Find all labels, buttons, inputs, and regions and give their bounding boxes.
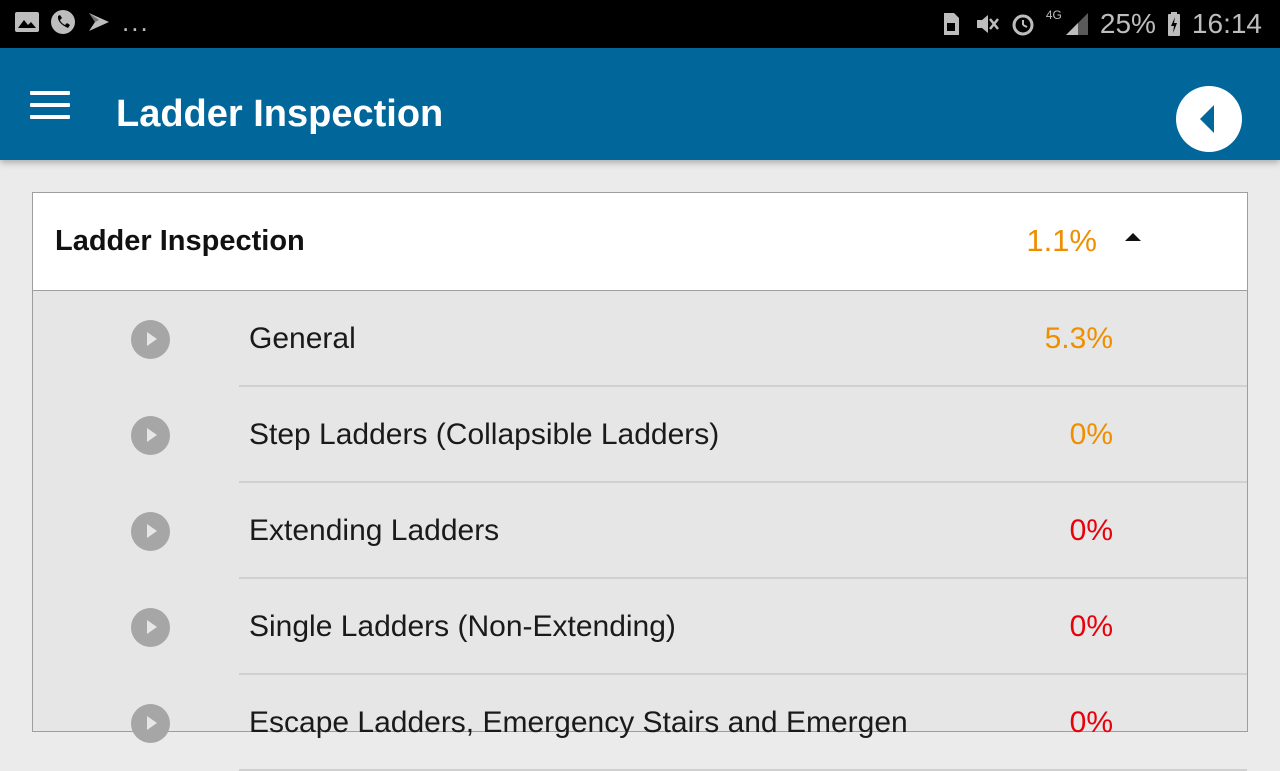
list-item-percent: 0% [1069, 418, 1113, 451]
mute-icon [976, 15, 999, 33]
app-bar: Ladder Inspection [0, 48, 1280, 160]
list-item-label: Escape Ladders, Emergency Stairs and Eme… [249, 706, 908, 739]
section-items-list: General 5.3% Step Ladders (Collapsible Lad… [33, 291, 1247, 771]
overflow-dots: ... [122, 7, 150, 37]
list-item-label: General [249, 322, 356, 355]
list-item-percent: 5.3% [1044, 322, 1113, 355]
status-left-icons: ... [14, 9, 150, 35]
signal-icon [1065, 13, 1088, 35]
phone-icon [51, 10, 75, 34]
hamburger-menu-icon[interactable] [30, 91, 70, 119]
gallery-icon [15, 12, 39, 32]
section-percent: 1.1% [1026, 223, 1097, 258]
section-header[interactable]: Ladder Inspection 1.1% [33, 193, 1247, 291]
list-item-label: Step Ladders (Collapsible Ladders) [249, 418, 720, 451]
section-title: Ladder Inspection [55, 225, 305, 257]
list-item-percent: 0% [1069, 514, 1113, 547]
list-item[interactable]: Single Ladders (Non-Extending) 0% [33, 579, 1247, 675]
list-item-percent: 0% [1069, 610, 1113, 643]
play-circle-icon[interactable] [131, 608, 170, 647]
list-item-percent: 0% [1069, 706, 1113, 739]
play-store-icon [89, 13, 109, 31]
clock: 16:14 [1191, 8, 1262, 39]
battery-charging-icon [1167, 12, 1180, 36]
back-button[interactable] [1176, 86, 1242, 152]
play-circle-icon[interactable] [131, 416, 170, 455]
play-circle-icon[interactable] [131, 320, 170, 359]
sim-icon [943, 13, 959, 35]
back-arrow-icon [1200, 105, 1214, 133]
status-right-icons: 4G 25% 16:14 [938, 8, 1262, 40]
play-circle-icon[interactable] [131, 704, 170, 743]
alarm-icon [1012, 14, 1034, 36]
battery-percent: 25% [1099, 8, 1156, 39]
inspection-section-card: Ladder Inspection 1.1% General 5.3% Step L… [32, 192, 1248, 771]
page-title: Ladder Inspection [116, 93, 444, 135]
list-item[interactable]: General 5.3% [33, 291, 1247, 387]
network-type: 4G [1045, 8, 1062, 22]
play-circle-icon[interactable] [131, 512, 170, 551]
list-item[interactable]: Escape Ladders, Emergency Stairs and Eme… [33, 675, 1247, 771]
collapse-arrow-icon[interactable] [1125, 233, 1141, 241]
list-item-label: Single Ladders (Non-Extending) [249, 610, 676, 643]
list-item[interactable]: Step Ladders (Collapsible Ladders) 0% [33, 387, 1247, 483]
status-bar: ... 4G 25% 16:14 [0, 0, 1280, 48]
list-item[interactable]: Extending Ladders 0% [33, 483, 1247, 579]
list-item-label: Extending Ladders [249, 514, 500, 547]
